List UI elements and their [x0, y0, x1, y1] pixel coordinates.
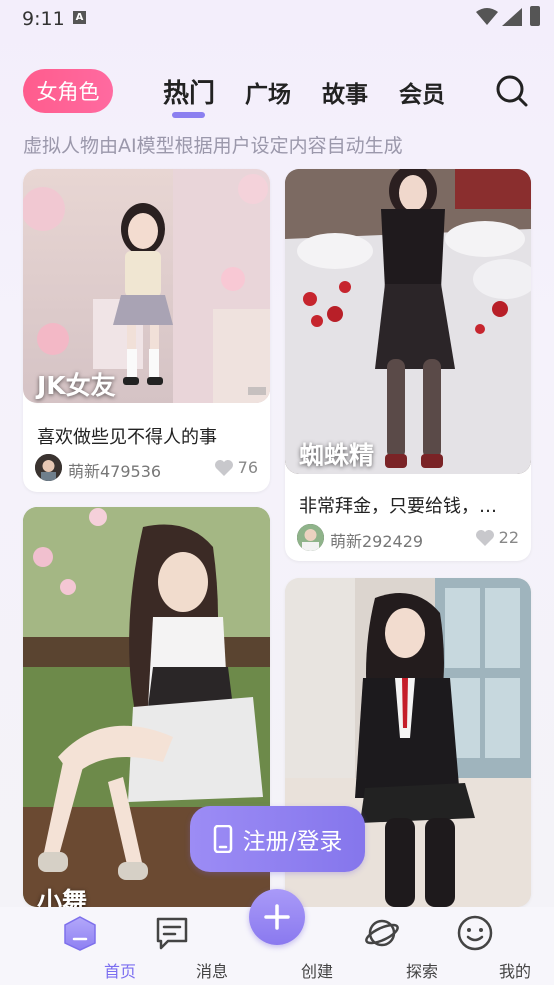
wifi-icon: [476, 8, 498, 25]
tab-hot[interactable]: 热门: [163, 73, 215, 110]
like-count[interactable]: 76: [214, 458, 258, 477]
register-login-label: 注册/登录: [242, 829, 343, 855]
top-header: 女角色 热门 广场 故事 会员: [0, 68, 554, 118]
message-icon: [156, 917, 188, 950]
nav-home-label: 首页: [103, 962, 136, 981]
character-name: JK女友: [37, 371, 116, 400]
create-button[interactable]: [249, 889, 305, 945]
heart-icon: [475, 529, 494, 546]
status-time: 9:11: [22, 8, 65, 30]
character-description: 喜欢做些见不得人的事: [37, 427, 217, 448]
register-login-button[interactable]: 注册/登录: [190, 806, 365, 872]
phone-icon: [213, 825, 232, 853]
like-count[interactable]: 22: [475, 528, 519, 547]
like-count-value: 76: [237, 458, 258, 477]
nav-create-label: 创建: [300, 962, 333, 981]
nav-messages-label: 消息: [195, 962, 228, 981]
character-description: 非常拜金，只要给钱，啥...: [299, 496, 514, 517]
tab-stories[interactable]: 故事: [322, 75, 368, 109]
character-name: 小舞: [37, 887, 88, 907]
home-icon: [64, 916, 96, 951]
character-name: 蜘蛛精: [299, 441, 375, 470]
character-card[interactable]: JK女友 喜欢做些见不得人的事 萌新479536 76: [23, 169, 270, 492]
character-card[interactable]: 蜘蛛精 非常拜金，只要给钱，啥... 萌新292429 22: [285, 169, 531, 561]
search-icon[interactable]: [495, 74, 529, 108]
author-name: 萌新292429: [330, 532, 424, 551]
avatar: [35, 454, 62, 481]
character-image: [285, 169, 531, 474]
plus-icon: [264, 904, 290, 930]
author-name: 萌新479536: [68, 462, 162, 481]
tab-membership[interactable]: 会员: [399, 75, 445, 109]
notification-icon: A: [73, 11, 86, 24]
signal-icon: [502, 8, 522, 26]
like-count-value: 22: [498, 528, 519, 547]
battery-icon: [530, 6, 540, 26]
avatar: [297, 524, 324, 551]
planet-icon: [365, 919, 399, 947]
heart-icon: [214, 459, 233, 476]
tab-square[interactable]: 广场: [245, 75, 291, 109]
active-tab-indicator: [172, 112, 205, 118]
status-bar: 9:11 A: [0, 0, 554, 38]
nav-explore-label: 探索: [405, 962, 438, 981]
smiley-icon: [457, 915, 493, 951]
ai-disclaimer: 虚拟人物由AI模型根据用户设定内容自动生成: [23, 135, 403, 157]
nav-mine-label: 我的: [498, 962, 531, 981]
role-filter-button[interactable]: 女角色: [23, 69, 113, 113]
